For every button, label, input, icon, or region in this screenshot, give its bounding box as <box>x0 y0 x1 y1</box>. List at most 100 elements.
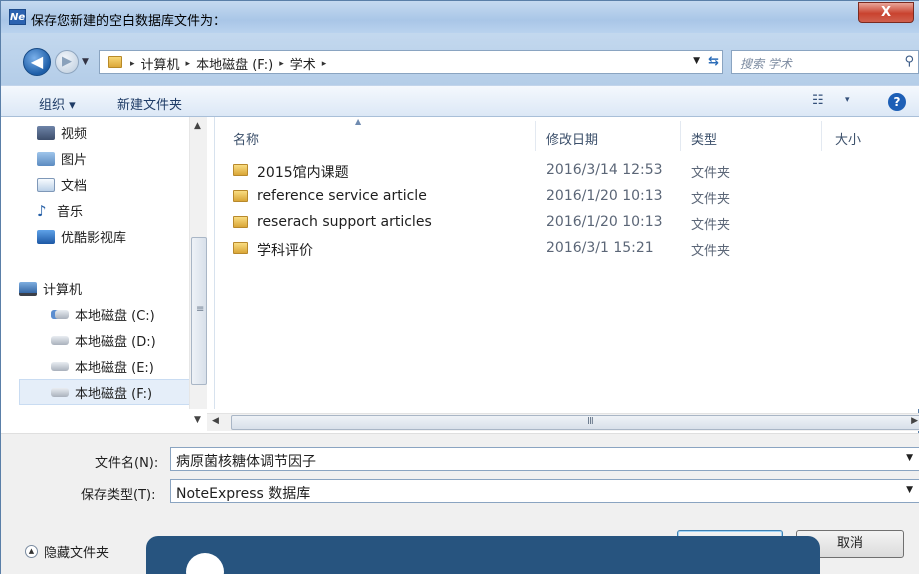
breadcrumb-item-drive-f[interactable]: 本地磁盘 (F:) <box>196 54 273 73</box>
address-bar[interactable]: ▸ 计算机 ▸ 本地磁盘 (F:) ▸ 学术 ▸ ▼ ⇆ <box>99 50 723 74</box>
nav-item-videos[interactable]: 视频 <box>37 123 87 142</box>
new-folder-button[interactable]: 新建文件夹 <box>117 94 182 113</box>
nav-item-pictures[interactable]: 图片 <box>37 149 87 168</box>
search-box[interactable]: 搜索 学术 ⚲ <box>731 50 919 74</box>
view-dropdown-icon[interactable]: ▾ <box>845 95 850 105</box>
scroll-left-icon[interactable]: ◀ <box>212 416 219 426</box>
column-header-type[interactable]: 类型 <box>691 129 717 148</box>
hide-folders-toggle[interactable]: ▲ 隐藏文件夹 <box>25 542 109 561</box>
nav-item-music[interactable]: ♪ 音乐 <box>37 201 83 220</box>
breadcrumb-separator[interactable]: ▸ <box>130 59 135 69</box>
nav-item-label: 本地磁盘 (C:) <box>75 309 155 324</box>
youku-library-icon <box>37 229 55 244</box>
breadcrumb-item-computer[interactable]: 计算机 <box>141 54 180 73</box>
help-icon[interactable]: ? <box>888 93 906 111</box>
filename-dropdown-icon[interactable]: ▼ <box>906 453 913 463</box>
horizontal-scroll-thumb[interactable]: III <box>231 415 919 430</box>
scroll-right-icon[interactable]: ▶ <box>911 416 918 426</box>
scroll-grip-icon: ≡ <box>196 304 205 315</box>
nav-item-documents[interactable]: 文档 <box>37 175 87 194</box>
overlay-circle-icon <box>186 553 224 574</box>
nav-item-computer[interactable]: 计算机 <box>19 279 82 298</box>
video-library-icon <box>37 125 55 140</box>
breadcrumb-separator[interactable]: ▸ <box>279 59 284 69</box>
column-divider[interactable] <box>680 121 681 151</box>
collapse-arrow-icon: ▲ <box>25 545 38 558</box>
music-library-icon: ♪ <box>37 201 47 220</box>
filename-input[interactable]: 病原菌核糖体调节因子 ▼ <box>170 447 919 471</box>
nav-item-drive-c[interactable]: 本地磁盘 (C:) <box>51 305 155 324</box>
breadcrumb: ▸ 计算机 ▸ 本地磁盘 (F:) ▸ 学术 ▸ <box>130 54 326 73</box>
file-name: 学科评价 <box>257 243 313 259</box>
filetype-select[interactable]: NoteExpress 数据库 ▼ <box>170 479 919 503</box>
file-row[interactable]: 学科评价 2016/3/1 15:21 文件夹 <box>215 237 919 261</box>
refresh-icon[interactable]: ⇆ <box>708 54 719 69</box>
nav-item-label: 音乐 <box>57 205 84 220</box>
scroll-down-icon[interactable]: ▼ <box>194 415 201 425</box>
file-list: ▲ 名称 修改日期 类型 大小 2015馆内课题 2016/3/14 12:53… <box>215 117 919 409</box>
history-dropdown-icon[interactable]: ▼ <box>82 57 94 67</box>
file-date: 2016/1/20 10:13 <box>546 188 663 204</box>
nav-item-drive-d[interactable]: 本地磁盘 (D:) <box>51 331 156 350</box>
nav-item-label: 图片 <box>61 153 88 168</box>
column-header-name[interactable]: 名称 <box>233 129 259 148</box>
filetype-label: 保存类型(T): <box>81 488 156 503</box>
drive-icon <box>51 388 69 397</box>
filename-label: 文件名(N): <box>95 456 159 471</box>
scroll-up-icon[interactable]: ▲ <box>194 121 201 131</box>
breadcrumb-separator[interactable]: ▸ <box>322 59 327 69</box>
forward-button[interactable]: ▶ <box>55 50 79 74</box>
breadcrumb-item-xueshu[interactable]: 学术 <box>290 54 316 73</box>
nav-item-youku[interactable]: 优酷影视库 <box>37 227 126 246</box>
file-row[interactable]: reserach support articles 2016/1/20 10:1… <box>215 211 919 235</box>
address-dropdown-icon[interactable]: ▼ <box>693 56 700 66</box>
column-header-size[interactable]: 大小 <box>835 129 861 148</box>
search-icon[interactable]: ⚲ <box>904 54 914 69</box>
noteexpress-app-icon: Ne <box>9 9 26 25</box>
drive-icon <box>51 336 69 345</box>
file-name: 2015馆内课题 <box>257 165 349 181</box>
save-dialog: Ne 保存您新建的空白数据库文件为： X ◀ ▶ ▼ ▸ 计算机 ▸ 本地磁盘 … <box>0 0 919 574</box>
nav-item-label: 视频 <box>61 127 88 142</box>
folder-icon <box>233 242 248 254</box>
window-title: 保存您新建的空白数据库文件为： <box>31 14 227 29</box>
documents-library-icon <box>37 177 55 192</box>
navigation-pane: 视频 图片 文档 ♪ 音乐 优酷影视库 计算机 本地磁盘 (C:) 本地磁盘 (… <box>1 117 215 409</box>
nav-item-label: 优酷影视库 <box>61 231 127 246</box>
file-date: 2016/1/20 10:13 <box>546 214 663 230</box>
drive-icon <box>51 362 69 371</box>
column-header-date[interactable]: 修改日期 <box>546 129 598 148</box>
column-divider[interactable] <box>535 121 536 151</box>
file-name: reserach support articles <box>257 214 432 230</box>
scroll-grip-icon: III <box>587 416 594 427</box>
folder-icon <box>108 56 122 68</box>
file-row[interactable]: reference service article 2016/1/20 10:1… <box>215 185 919 209</box>
nav-item-drive-f[interactable]: 本地磁盘 (F:) <box>51 383 152 402</box>
organize-menu[interactable]: 组织 ▾ <box>39 94 76 113</box>
file-date: 2016/3/14 12:53 <box>546 162 663 178</box>
filetype-dropdown-icon[interactable]: ▼ <box>906 485 913 495</box>
file-row[interactable]: 2015馆内课题 2016/3/14 12:53 文件夹 <box>215 159 919 183</box>
computer-icon <box>19 281 37 296</box>
column-divider[interactable] <box>821 121 822 151</box>
close-button[interactable]: X <box>858 2 914 23</box>
breadcrumb-separator[interactable]: ▸ <box>186 59 191 69</box>
hide-folders-label: 隐藏文件夹 <box>44 546 110 561</box>
file-list-horizontal-scrollbar[interactable]: ◀ III ▶ <box>207 413 919 431</box>
file-name: reference service article <box>257 188 427 204</box>
command-toolbar: 组织 ▾ 新建文件夹 ☷ ▾ ? <box>1 85 919 117</box>
arrow-left-icon: ◀ <box>30 52 44 71</box>
nav-item-label: 本地磁盘 (F:) <box>75 387 153 402</box>
nav-item-label: 文档 <box>61 179 88 194</box>
folder-icon <box>233 164 248 176</box>
file-date: 2016/3/1 15:21 <box>546 240 654 256</box>
back-button[interactable]: ◀ <box>23 48 51 76</box>
filetype-value: NoteExpress 数据库 <box>176 486 311 502</box>
pictures-library-icon <box>37 151 55 166</box>
nav-item-label: 本地磁盘 (E:) <box>75 361 154 376</box>
view-options-icon[interactable]: ☷ <box>812 93 824 108</box>
nav-item-label: 本地磁盘 (D:) <box>75 335 156 350</box>
address-row: ◀ ▶ ▼ ▸ 计算机 ▸ 本地磁盘 (F:) ▸ 学术 ▸ ▼ ⇆ 搜索 学术… <box>1 33 919 85</box>
arrow-right-icon: ▶ <box>62 54 72 69</box>
nav-item-drive-e[interactable]: 本地磁盘 (E:) <box>51 357 154 376</box>
